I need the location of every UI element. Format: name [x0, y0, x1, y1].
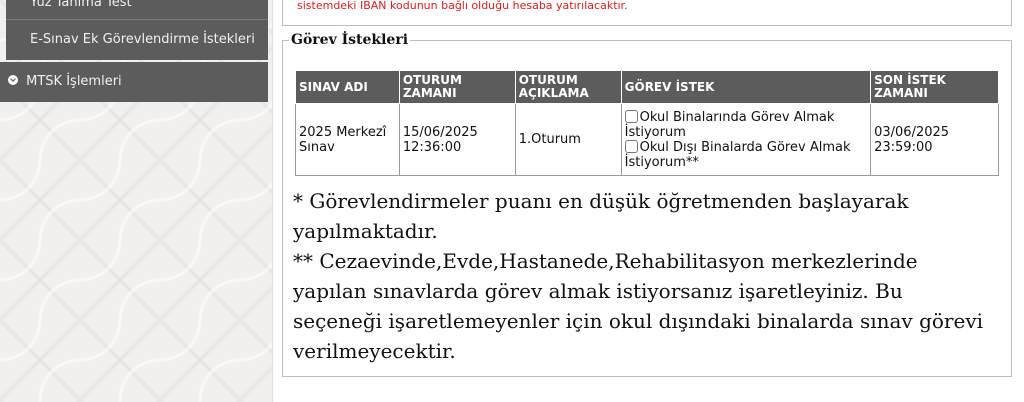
- chevron-down-circle-icon: [8, 75, 18, 85]
- sidebar-item-label: E-Sınav Ek Görevlendirme İstekleri: [30, 32, 255, 47]
- sidebar: Yüz Tanıma Test E-Sınav Ek Görevlendirme…: [0, 0, 272, 402]
- option-okul-binalarinda: Okul Binalarında Görev Almak İstiyorum: [624, 109, 867, 140]
- note-puan: * Görevlendirmeler puanı en düşük öğretm…: [293, 189, 909, 243]
- option-label: Okul Dışı Binalarda Görev Almak İstiyoru…: [624, 139, 851, 170]
- sidebar-item-yuz-tanima-test[interactable]: Yüz Tanıma Test: [6, 0, 268, 19]
- column-header-sinav-adi: SINAV ADI: [295, 70, 400, 104]
- cell-oturum-zamani: 15/06/2025 12:36:00: [398, 103, 516, 176]
- column-header-gorev-istek: GÖREV İSTEK: [620, 70, 872, 104]
- cell-sinav-adi: 2025 Merkezî Sınav: [295, 103, 400, 176]
- iban-notice-text: sistemdeki IBAN kodunun bağlı olduğu hes…: [297, 0, 628, 12]
- column-header-son-istek-zamani: SON İSTEK ZAMANI: [870, 70, 999, 104]
- cell-gorev-istek: Okul Binalarında Görev Almak İstiyorum O…: [620, 103, 872, 176]
- column-header-oturum-zamani: OTURUM ZAMANI: [398, 70, 516, 104]
- notes-block: * Görevlendirmeler puanı en düşük öğretm…: [293, 186, 993, 366]
- submenu: Yüz Tanıma Test E-Sınav Ek Görevlendirme…: [6, 0, 268, 60]
- content-divider: [272, 0, 273, 402]
- notice-panel: sistemdeki IBAN kodunun bağlı olduğu hes…: [282, 0, 1012, 26]
- sidebar-item-mtsk-islemleri[interactable]: MTSK İşlemleri: [0, 62, 268, 102]
- option-label: Okul Binalarında Görev Almak İstiyorum: [624, 109, 835, 140]
- okul-disi-binalarda-checkbox[interactable]: [624, 139, 638, 153]
- gorev-istekleri-table: SINAV ADI OTURUM ZAMANI OTURUM AÇIKLAMA …: [295, 70, 999, 176]
- option-okul-disi-binalarda: Okul Dışı Binalarda Görev Almak İstiyoru…: [624, 139, 867, 170]
- table-row: 2025 Merkezî Sınav 15/06/2025 12:36:00 1…: [295, 103, 999, 176]
- column-header-oturum-aciklama: OTURUM AÇIKLAMA: [514, 70, 622, 104]
- sidebar-item-label: Yüz Tanıma Test: [30, 0, 132, 10]
- sidebar-item-e-sinav-ek-gorevlendirme[interactable]: E-Sınav Ek Görevlendirme İstekleri: [6, 19, 268, 60]
- cell-son-istek-zamani: 03/06/2025 23:59:00: [870, 103, 999, 176]
- sidebar-item-label: MTSK İşlemleri: [26, 74, 122, 89]
- gorev-istekleri-legend: Görev İstekleri: [291, 32, 409, 48]
- cell-oturum-aciklama: 1.Oturum: [514, 103, 622, 176]
- gorev-istekleri-fieldset: Görev İstekleri SINAV ADI OTURUM ZAMANI …: [282, 32, 1012, 377]
- okul-binalarinda-checkbox[interactable]: [624, 109, 638, 123]
- table-header-row: SINAV ADI OTURUM ZAMANI OTURUM AÇIKLAMA …: [295, 70, 999, 104]
- note-cezaevi: ** Cezaevinde,Evde,Hastanede,Rehabilitas…: [293, 249, 984, 363]
